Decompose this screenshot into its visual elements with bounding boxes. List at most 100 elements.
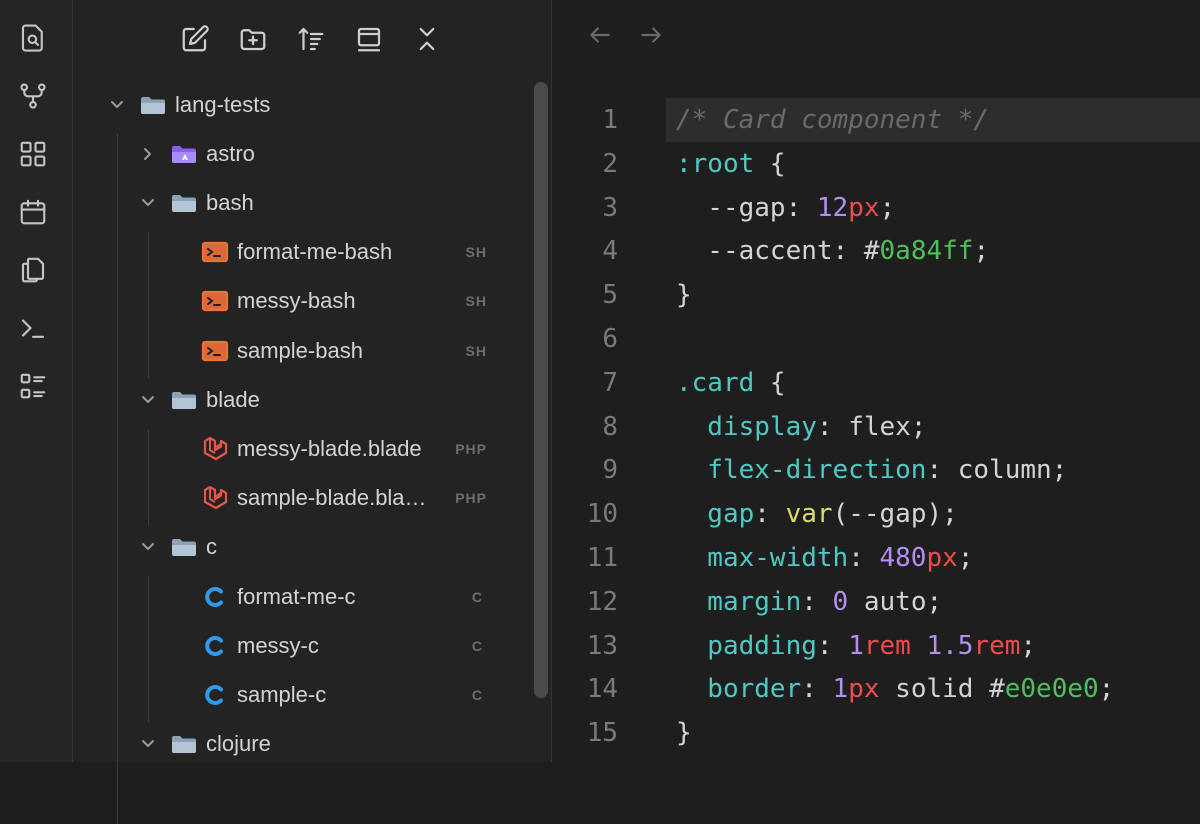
code-token: solid # xyxy=(879,674,1005,705)
code-token: : # xyxy=(832,236,880,267)
code-line[interactable]: 13 padding: 1rem 1.5rem; xyxy=(552,624,1200,668)
tree-folder-item[interactable]: c xyxy=(73,523,533,572)
code-token: max-width xyxy=(676,543,849,573)
code-text: } xyxy=(676,273,692,317)
sidebar-scrollbar[interactable] xyxy=(534,82,548,698)
code-token: margin xyxy=(676,586,802,617)
code-token: ; xyxy=(1098,674,1115,705)
code-token: var xyxy=(785,499,833,530)
tree-file-item[interactable]: messy-c C xyxy=(73,621,533,670)
file-type-badge: PHP xyxy=(455,490,487,507)
line-number: 5 xyxy=(602,280,618,311)
checklist-icon[interactable] xyxy=(16,369,50,403)
sort-icon[interactable] xyxy=(294,22,328,56)
code-editor[interactable]: 1/* Card component */2:root {3 --gap: 12… xyxy=(552,0,1200,762)
tree-file-item[interactable]: sample-blade.bla… PHP xyxy=(73,474,533,523)
code-token: flex-direction xyxy=(676,455,927,486)
code-line[interactable]: 7 .card { xyxy=(552,361,1200,405)
folder-icon xyxy=(139,92,167,118)
astro-folder-icon xyxy=(170,141,198,167)
chevron-down-icon[interactable] xyxy=(139,194,157,212)
code-line[interactable]: 15} xyxy=(552,711,1200,755)
chevron-down-icon[interactable] xyxy=(139,538,157,556)
code-line[interactable]: 10 gap: var(--gap); xyxy=(552,492,1200,536)
code-line[interactable]: 14 border: 1px solid #e0e0e0; xyxy=(552,667,1200,711)
terminal-icon[interactable] xyxy=(16,311,50,345)
code-text: --gap: 12px; xyxy=(676,186,895,230)
code-token: px xyxy=(848,192,880,223)
code-token: } xyxy=(676,280,692,311)
extensions-icon[interactable] xyxy=(16,137,50,171)
chevron-down-icon[interactable] xyxy=(108,96,126,114)
tree-file-item[interactable]: format-me-c C xyxy=(73,572,533,621)
line-number: 12 xyxy=(586,586,618,617)
tree-file-item[interactable]: messy-blade.blade PHP xyxy=(73,424,533,473)
chevron-down-icon[interactable] xyxy=(139,735,157,753)
forward-arrow-icon[interactable] xyxy=(636,20,666,50)
code-token: ; xyxy=(973,236,990,267)
file-type-badge: PHP xyxy=(455,440,487,457)
code-line[interactable]: 8 display: flex; xyxy=(552,405,1200,449)
line-number: 14 xyxy=(586,674,618,705)
code-line[interactable]: 6 xyxy=(552,317,1200,361)
code-token: auto; xyxy=(848,586,943,617)
tree-item-label: sample-c xyxy=(237,681,327,707)
tree-item-label: astro xyxy=(206,140,255,166)
collapse-all-icon[interactable] xyxy=(410,22,444,56)
code-text: :root { xyxy=(676,142,786,186)
code-token: 12 xyxy=(816,192,849,223)
code-token: { xyxy=(754,148,786,179)
code-token: ; xyxy=(957,543,974,573)
tree-file-item[interactable]: sample-bash SH xyxy=(73,326,533,375)
c-language-icon xyxy=(201,682,229,708)
code-line[interactable]: 11 max-width: 480px; xyxy=(552,536,1200,580)
tree-item-label: c xyxy=(206,534,217,560)
code-line[interactable]: 2:root { xyxy=(552,142,1200,186)
tree-folder-item[interactable]: bash xyxy=(73,178,533,227)
file-search-icon[interactable] xyxy=(16,21,50,55)
terminal-file-icon xyxy=(201,338,229,364)
code-line[interactable]: 1 /* Card component */ xyxy=(552,98,1200,142)
code-token: 1.5 xyxy=(926,630,974,661)
new-file-icon[interactable] xyxy=(178,22,212,56)
tree-folder-item[interactable]: astro xyxy=(73,129,533,178)
copy-files-icon[interactable] xyxy=(16,253,50,287)
code-token: 480 xyxy=(879,543,927,573)
line-number: 10 xyxy=(586,499,618,530)
collapse-panel-icon[interactable] xyxy=(352,22,386,56)
code-token: rem xyxy=(863,630,911,661)
code-line[interactable]: 9 flex-direction: column; xyxy=(552,448,1200,492)
code-token: : xyxy=(754,499,786,530)
back-arrow-icon[interactable] xyxy=(585,20,615,50)
new-folder-icon[interactable] xyxy=(236,22,270,56)
tree-folder-item[interactable]: lang-tests xyxy=(73,80,533,129)
terminal-file-icon xyxy=(201,288,229,314)
code-text: .card { xyxy=(676,361,786,405)
code-text: display: flex; xyxy=(676,405,926,449)
code-line[interactable]: 3 --gap: 12px; xyxy=(552,186,1200,230)
code-line[interactable]: 5} xyxy=(552,273,1200,317)
code-text: --accent: #0a84ff; xyxy=(676,229,989,273)
line-number: 11 xyxy=(586,543,618,573)
tree-folder-item[interactable]: clojure xyxy=(73,720,533,769)
tree-item-label: clojure xyxy=(206,731,271,757)
chevron-right-icon[interactable] xyxy=(139,145,157,163)
tree-folder-item[interactable]: blade xyxy=(73,375,533,424)
tree-file-item[interactable]: sample-c C xyxy=(73,670,533,719)
tree-file-item[interactable]: messy-bash SH xyxy=(73,277,533,326)
line-number: 3 xyxy=(602,192,618,223)
line-number: 6 xyxy=(602,324,618,354)
code-token: padding xyxy=(676,630,817,661)
code-token: :root xyxy=(676,148,755,179)
code-line[interactable]: 12 margin: 0 auto; xyxy=(552,580,1200,624)
code-text: margin: 0 auto; xyxy=(676,580,942,624)
code-token: e0e0e0 xyxy=(1004,674,1099,705)
source-control-icon[interactable] xyxy=(16,79,50,113)
code-line[interactable]: 4 --accent: #0a84ff; xyxy=(552,229,1200,273)
calendar-icon[interactable] xyxy=(16,195,50,229)
chevron-down-icon[interactable] xyxy=(139,391,157,409)
tree-file-item[interactable]: format-me-bash SH xyxy=(73,228,533,277)
tree-item-label: bash xyxy=(206,189,254,215)
code-token: 0a84ff xyxy=(879,236,974,267)
tree-item-label: blade xyxy=(206,386,260,412)
